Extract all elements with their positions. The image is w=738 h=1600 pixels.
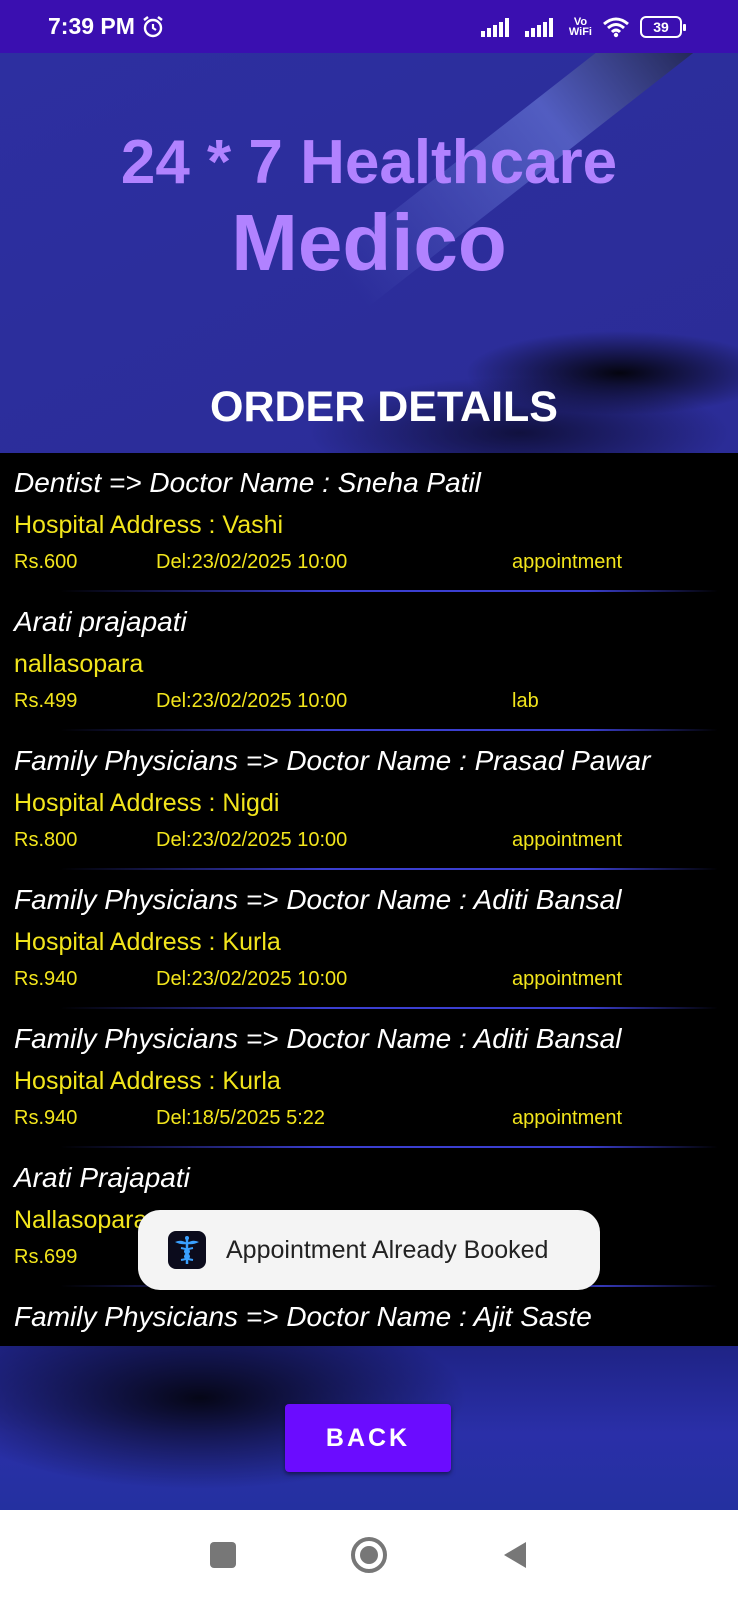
order-date: Del:18/5/2025 5:22 bbox=[156, 1107, 326, 1129]
order-price: Rs.499 bbox=[14, 690, 78, 712]
app-name: Medico bbox=[231, 198, 507, 287]
order-title: Dentist => Doctor Name : Sneha Patil bbox=[14, 467, 481, 498]
status-right: Vo WiFi 39 bbox=[480, 15, 686, 38]
order-price: Rs.940 bbox=[14, 968, 78, 990]
order-type: appointment bbox=[512, 829, 623, 851]
order-item[interactable]: Dentist => Doctor Name : Sneha Patil Hos… bbox=[0, 453, 738, 592]
vowifi-icon: Vo WiFi bbox=[568, 15, 592, 38]
recent-apps-button[interactable] bbox=[203, 1535, 243, 1575]
signal-icon-2 bbox=[524, 17, 553, 37]
order-type: appointment bbox=[512, 551, 623, 573]
order-title: Arati Prajapati bbox=[14, 1162, 190, 1193]
order-price: Rs.699 bbox=[14, 1246, 78, 1268]
battery-icon: 39 bbox=[640, 15, 686, 38]
signal-icon-1 bbox=[480, 17, 509, 37]
circle-icon bbox=[351, 1537, 387, 1573]
wifi-icon bbox=[603, 17, 629, 37]
battery-level: 39 bbox=[653, 18, 669, 35]
order-address: Hospital Address : Vashi bbox=[14, 511, 284, 539]
caduceus-icon bbox=[175, 1236, 199, 1264]
order-price: Rs.800 bbox=[14, 829, 78, 851]
triangle-back-icon bbox=[504, 1542, 526, 1568]
order-price: Rs.600 bbox=[14, 551, 78, 573]
square-icon bbox=[210, 1542, 236, 1568]
order-date: Del:23/02/2025 10:00 bbox=[156, 690, 348, 712]
order-date: Del:23/02/2025 10:00 bbox=[156, 829, 348, 851]
back-nav-button[interactable] bbox=[495, 1535, 535, 1575]
app-icon bbox=[168, 1231, 206, 1269]
status-left: 7:39 PM bbox=[48, 13, 165, 40]
navigation-bar bbox=[0, 1510, 738, 1600]
toast-notification: Appointment Already Booked bbox=[138, 1210, 600, 1290]
order-date: Del:23/02/2025 10:00 bbox=[156, 551, 348, 573]
order-item[interactable]: Family Physicians => Doctor Name : Ajit … bbox=[0, 1287, 738, 1346]
status-bar: 7:39 PM Vo WiFi 39 bbox=[0, 0, 738, 53]
order-title: Family Physicians => Doctor Name : Aditi… bbox=[14, 884, 622, 915]
order-type: lab bbox=[512, 690, 539, 712]
toast-message: Appointment Already Booked bbox=[226, 1235, 549, 1264]
app-title: 24 * 7 Healthcare bbox=[120, 128, 618, 197]
back-button[interactable]: BACK bbox=[285, 1404, 451, 1472]
order-title: Family Physicians => Doctor Name : Aditi… bbox=[14, 1023, 622, 1054]
order-date: Del:23/02/2025 10:00 bbox=[156, 968, 348, 990]
alarm-icon bbox=[143, 15, 163, 37]
section-title: ORDER DETAILS bbox=[210, 383, 558, 431]
order-address: Hospital Address : Kurla bbox=[14, 1067, 281, 1095]
order-item[interactable]: Family Physicians => Doctor Name : Aditi… bbox=[0, 1009, 738, 1148]
order-title: Family Physicians => Doctor Name : Ajit … bbox=[14, 1301, 592, 1332]
order-address: nallasopara bbox=[14, 650, 144, 678]
order-address: Hospital Address : Nigdi bbox=[14, 789, 280, 817]
order-type: appointment bbox=[512, 968, 623, 990]
home-button[interactable] bbox=[349, 1535, 389, 1575]
status-time: 7:39 PM bbox=[48, 13, 135, 39]
order-item[interactable]: Family Physicians => Doctor Name : Prasa… bbox=[0, 731, 738, 870]
order-address: Nallasopara bbox=[14, 1206, 148, 1234]
order-item[interactable]: Arati prajapati nallasopara Rs.499 Del:2… bbox=[0, 592, 738, 731]
order-address: Hospital Address : Kurla bbox=[14, 928, 281, 956]
order-title: Family Physicians => Doctor Name : Prasa… bbox=[14, 745, 651, 776]
order-price: Rs.940 bbox=[14, 1107, 78, 1129]
order-item[interactable]: Family Physicians => Doctor Name : Aditi… bbox=[0, 870, 738, 1009]
order-type: appointment bbox=[512, 1107, 623, 1129]
order-title: Arati prajapati bbox=[14, 606, 187, 637]
